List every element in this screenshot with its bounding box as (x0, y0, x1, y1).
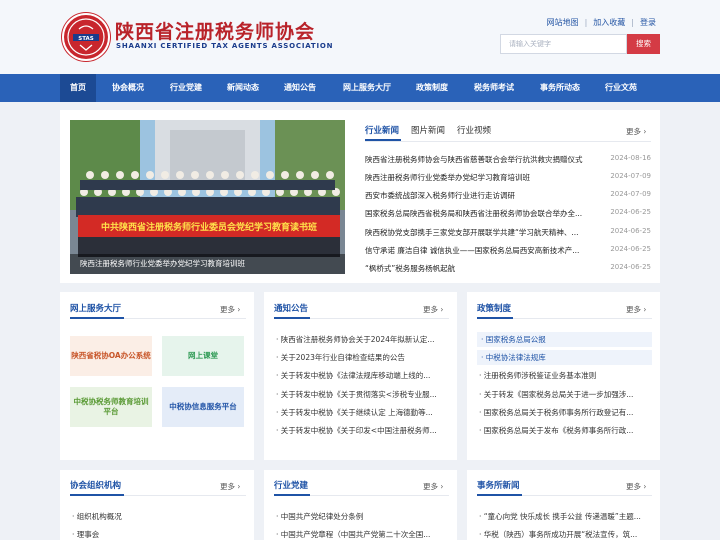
nav-home[interactable]: 首页 (60, 74, 96, 102)
notice-item[interactable]: · 关于转发中税协《关于贯彻落实<涉税专业服... (276, 389, 446, 400)
tab-photo-news[interactable]: 图片新闻 (411, 124, 445, 136)
service-title: 网上服务大厅 (70, 304, 122, 314)
top-links: 网站地图 | 加入收藏 | 登录 (547, 17, 656, 28)
party-more-link[interactable]: 更多 › (423, 481, 443, 492)
online-class-button[interactable]: 网上课堂 (162, 336, 244, 376)
policy-title: 政策制度 (477, 304, 512, 314)
firm-item[interactable]: · 华税（陕西）事务所成功开展“税法宣传，筑... (479, 529, 649, 540)
firm-item[interactable]: · “童心向党 快乐成长 携手公益 传递温暖”主题... (479, 511, 649, 522)
association-logo-icon[interactable]: STAS (62, 13, 110, 61)
section-underline (70, 317, 124, 319)
nav-policy[interactable]: 政策制度 (410, 74, 454, 102)
firm-title: 事务所新闻 (477, 481, 520, 491)
site-title[interactable]: 陕西省注册税务师协会 (115, 17, 315, 44)
news-more-link[interactable]: 更多 › (626, 126, 646, 137)
tab-divider (365, 141, 651, 142)
login-link[interactable]: 登录 (640, 17, 656, 28)
training-platform-button[interactable]: 中税协税务师教育培训平台 (70, 387, 152, 427)
org-more-link[interactable]: 更多 › (220, 481, 240, 492)
policy-item[interactable]: · 注册税务师涉税鉴证业务基本准则 (479, 370, 649, 381)
policy-item[interactable]: · 国家税务总局公报 (477, 332, 652, 347)
policy-item[interactable]: · 国家税务总局关于发布《税务师事务所行政... (479, 425, 649, 436)
slider-caption[interactable]: 陕西注册税务师行业党委举办党纪学习教育培训班 (70, 254, 345, 274)
section-underline (70, 494, 124, 496)
nav-exam[interactable]: 税务师考试 (468, 74, 520, 102)
notice-item[interactable]: · 陕西省注册税务师协会关于2024年拟新认定... (276, 334, 446, 345)
policy-more-link[interactable]: 更多 › (626, 304, 646, 315)
news-item[interactable]: “枫桥式”税务服务杨帆起航 2024-06-25 (365, 263, 651, 275)
sitemap-link[interactable]: 网站地图 (547, 17, 579, 28)
policy-item[interactable]: · 关于转发《国家税务总局关于进一步加强涉... (479, 389, 649, 400)
notice-title: 通知公告 (274, 304, 309, 314)
party-item[interactable]: · 中国共产党章程（中国共产党第二十次全国... (276, 529, 446, 540)
section-underline (477, 494, 522, 496)
notice-item[interactable]: · 关于转发中税协《关于印发<中国注册税务师... (276, 425, 446, 436)
nav-notice[interactable]: 通知公告 (278, 74, 322, 102)
nav-service[interactable]: 网上服务大厅 (336, 74, 398, 102)
party-item[interactable]: · 中国共产党纪律处分条例 (276, 511, 446, 522)
nav-about[interactable]: 协会概况 (106, 74, 150, 102)
org-title: 协会组织机构 (70, 481, 122, 491)
service-more-link[interactable]: 更多 › (220, 304, 240, 315)
link-divider: | (631, 18, 634, 27)
link-divider: | (584, 18, 588, 27)
nav-party[interactable]: 行业党建 (164, 74, 208, 102)
slider-image[interactable]: 中共陕西省注册税务师行业委员会党纪学习教育读书班 陕西注册税务师行业党委举办党纪… (70, 120, 345, 274)
news-item[interactable]: 陕西省注册税务师协会与陕西省慈善联合会举行抗洪救灾捐赠仪式 2024-08-16 (365, 154, 651, 166)
section-underline (274, 494, 310, 496)
nav-news[interactable]: 新闻动态 (221, 74, 265, 102)
notice-more-link[interactable]: 更多 › (423, 304, 443, 315)
notice-item[interactable]: · 关于转发中税协《关于继续认定 上海德勤等... (276, 407, 446, 418)
oa-system-button[interactable]: 陕西省税协OA办公系统 (70, 336, 152, 376)
site-header: STAS 陕西省注册税务师协会 SHAANXI CERTIFIED TAX AG… (0, 0, 720, 74)
section-underline (274, 317, 310, 319)
firm-more-link[interactable]: 更多 › (626, 481, 646, 492)
policy-item[interactable]: · 国家税务总局关于税务师事务所行政登记有... (479, 407, 649, 418)
section-underline (477, 317, 513, 319)
tab-industry-news[interactable]: 行业新闻 (365, 124, 399, 136)
news-item[interactable]: 陕西注册税务师行业党委举办党纪学习教育培训班 2024-07-09 (365, 172, 651, 184)
policy-item[interactable]: · 中税协法律法规库 (477, 350, 652, 365)
main-nav: 首页 协会概况 行业党建 新闻动态 通知公告 网上服务大厅 政策制度 税务师考试… (0, 74, 720, 102)
news-item[interactable]: 国家税务总局陕西省税务局和陕西省注册税务师协会联合举办全... 2024-06-2… (365, 208, 651, 220)
nav-firm[interactable]: 事务所动态 (534, 74, 586, 102)
site-subtitle: SHAANXI CERTIFIED TAX AGENTS ASSOCIATION (116, 42, 334, 50)
svg-text:中共陕西省注册税务师行业委员会党纪学习教育读书班: 中共陕西省注册税务师行业委员会党纪学习教育读书班 (101, 221, 317, 233)
add-favorite-link[interactable]: 加入收藏 (593, 17, 625, 28)
notice-item[interactable]: · 关于转发中税协《法律法规库移动端上线的... (276, 370, 446, 381)
search-button[interactable]: 搜索 (627, 34, 660, 54)
org-item[interactable]: · 理事会 (72, 529, 242, 540)
group-photo-image: 中共陕西省注册税务师行业委员会党纪学习教育读书班 (70, 120, 345, 274)
tab-industry-video[interactable]: 行业视频 (457, 124, 491, 136)
svg-text:STAS: STAS (78, 36, 94, 42)
info-service-button[interactable]: 中税协信息服务平台 (162, 387, 244, 427)
party-title: 行业党建 (274, 481, 309, 491)
notice-item[interactable]: · 关于2023年行业自律检查结果的公告 (276, 352, 446, 363)
news-item[interactable]: 陕西税协党支部携手三家党支部开展联学共建“学习航天精神、... 2024-06-2… (365, 227, 651, 239)
search-input[interactable]: 请输入关键字 (500, 34, 627, 54)
org-item[interactable]: · 组织机构概况 (72, 511, 242, 522)
news-item[interactable]: 信守承诺 廉洁自律 诚信执业——国家税务总局西安高新技术产... 2024-06-… (365, 245, 651, 257)
news-item[interactable]: 西安市委统战部深入税务师行业进行走访调研 2024-07-09 (365, 190, 651, 202)
nav-culture[interactable]: 行业文苑 (599, 74, 643, 102)
